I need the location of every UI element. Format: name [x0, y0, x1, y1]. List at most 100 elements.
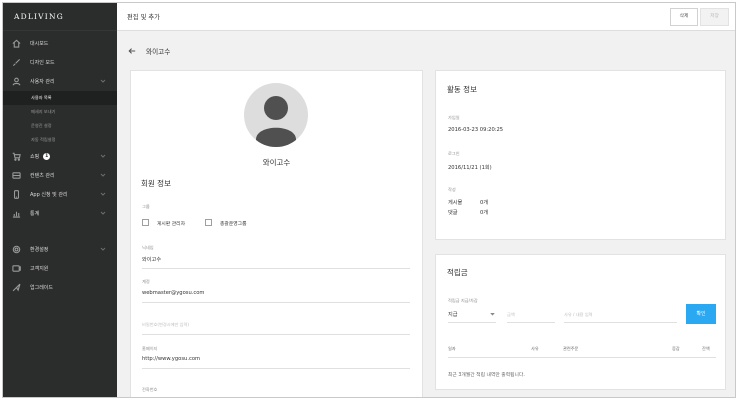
- password-field[interactable]: 비밀번호(변경시에만 입력): [142, 322, 189, 328]
- activity-info-card: 활동 정보 가입일 2016-03-23 09:20:25 로그인 2016/1…: [435, 70, 726, 240]
- sidebar-item-label: 사용자 관리: [30, 79, 55, 85]
- sidebar-item-label: 디자인 모드: [30, 60, 55, 66]
- sidebar-subitem-send-message[interactable]: 메세지 보내기: [3, 105, 117, 119]
- brush-icon: [12, 58, 21, 67]
- home-icon: [12, 39, 21, 48]
- phone-label: 전화번호: [142, 387, 158, 392]
- sidebar-item-label: App 신청 및 관리: [30, 192, 68, 198]
- empty-history-message: 최근 3개월간 적립 내역만 출력됩니다.: [448, 373, 525, 378]
- comments-count: 0개: [480, 210, 489, 216]
- sidebar-item-label: 대시보드: [30, 41, 49, 47]
- column-header-order: 관련주문: [563, 346, 579, 351]
- chevron-down-icon: [100, 246, 106, 252]
- delete-button[interactable]: 삭제: [670, 8, 698, 26]
- app-window: ADLIVING 대시보드 디자인 모드 사용자 관리 사용자 목록 메세지 보…: [2, 2, 736, 398]
- user-icon: [12, 77, 21, 86]
- member-info-title: 회원 정보: [141, 179, 171, 188]
- sidebar-item-support[interactable]: 고객지원: [3, 259, 117, 278]
- sidebar-item-label: 컨텐츠 관리: [30, 173, 55, 179]
- homepage-underline: [142, 368, 410, 369]
- cart-icon: [12, 152, 21, 161]
- sidebar-item-design-mode[interactable]: 디자인 모드: [3, 53, 117, 72]
- chevron-down-icon: [100, 172, 106, 178]
- sidebar-nav: 대시보드 디자인 모드 사용자 관리 사용자 목록 메세지 보내기 운영진 설정…: [3, 31, 117, 297]
- top-bar: 편집 및 추가 삭제 저장: [117, 3, 735, 31]
- joined-value: 2016-03-23 09:20:25: [448, 127, 504, 133]
- chart-icon: [12, 209, 21, 218]
- points-form-label: 적립금 지급/차감: [448, 298, 478, 303]
- group-checkbox-general-ops[interactable]: [205, 219, 212, 226]
- joined-label: 가입일: [448, 115, 460, 120]
- group-option-label: 게시판 관리자: [157, 222, 186, 227]
- user-avatar-icon: [256, 96, 296, 147]
- support-icon: [12, 264, 21, 273]
- chevron-down-icon: [100, 153, 106, 159]
- sidebar-item-settings[interactable]: 환경설정: [3, 240, 117, 259]
- notification-badge: 1: [43, 153, 51, 160]
- nickname-underline: [142, 268, 410, 269]
- page-header-title: 편집 및 추가: [127, 14, 160, 21]
- column-header-balance: 잔액: [702, 346, 710, 351]
- sidebar-spacer: [3, 223, 117, 240]
- nickname-field[interactable]: 와이고수: [142, 256, 161, 263]
- homepage-label: 홈페이지: [142, 346, 158, 351]
- sidebar-item-label: 쇼핑: [30, 154, 40, 160]
- points-type-underline: [448, 322, 496, 323]
- page-title: 와이고수: [146, 48, 171, 56]
- posts-count: 0개: [480, 200, 489, 206]
- points-reason-underline: [564, 322, 677, 323]
- points-card: 적립금 적립금 지급/차감 지급 금액 사유 / 내용 입력 확인 일자 사유 …: [435, 254, 726, 390]
- column-header-reason: 사유: [531, 346, 539, 351]
- avatar[interactable]: [244, 83, 308, 147]
- activity-title: 활동 정보: [447, 85, 477, 94]
- sidebar-item-label: 환경설정: [30, 247, 49, 253]
- sidebar-item-label: 고객지원: [30, 266, 49, 272]
- writing-label: 작성: [448, 187, 456, 192]
- upgrade-icon: [12, 283, 21, 292]
- group-checkbox-board-admin[interactable]: [142, 219, 149, 226]
- confirm-button[interactable]: 확인: [686, 304, 716, 324]
- table-divider: [448, 357, 716, 358]
- sidebar-subitem-user-list[interactable]: 사용자 목록: [3, 91, 117, 105]
- content-icon: [12, 171, 21, 180]
- points-amount-input[interactable]: 금액: [507, 312, 515, 318]
- sidebar-item-label: 통계: [30, 211, 40, 217]
- column-header-date: 일자: [448, 346, 456, 351]
- account-label: 계정: [142, 279, 150, 284]
- column-header-change: 증감: [672, 346, 680, 351]
- sidebar-item-content-management[interactable]: 컨텐츠 관리: [3, 166, 117, 185]
- account-field[interactable]: webmaster@ygosu.com: [142, 290, 204, 296]
- password-underline: [142, 334, 410, 335]
- page-heading: 와이고수: [128, 43, 170, 59]
- sidebar-item-upgrade[interactable]: 업그레이드: [3, 278, 117, 297]
- sidebar-subitem-auto-points[interactable]: 자동 적립설정: [3, 133, 117, 147]
- chevron-down-icon: [100, 210, 106, 216]
- sidebar: ADLIVING 대시보드 디자인 모드 사용자 관리 사용자 목록 메세지 보…: [3, 3, 117, 397]
- back-arrow-icon[interactable]: [128, 47, 136, 55]
- points-reason-input[interactable]: 사유 / 내용 입력: [564, 312, 593, 318]
- posts-label: 게시물: [448, 200, 463, 206]
- login-value: 2016/11/21 (1회): [448, 165, 492, 171]
- sidebar-item-label: 업그레이드: [30, 285, 54, 291]
- sidebar-item-dashboard[interactable]: 대시보드: [3, 34, 117, 53]
- profile-name: 와이고수: [262, 158, 291, 167]
- nickname-label: 닉네임: [142, 245, 154, 250]
- chevron-down-icon: [100, 191, 106, 197]
- points-title: 적립금: [447, 268, 468, 277]
- login-label: 로그인: [448, 151, 460, 156]
- sidebar-item-user-management[interactable]: 사용자 관리: [3, 72, 117, 91]
- group-label: 그룹: [142, 204, 150, 209]
- account-underline: [142, 302, 410, 303]
- chevron-down-icon: [100, 78, 106, 84]
- sidebar-item-statistics[interactable]: 통계: [3, 204, 117, 223]
- gear-icon: [12, 245, 21, 254]
- sidebar-item-shopping[interactable]: 쇼핑 1: [3, 147, 117, 166]
- chevron-down-icon[interactable]: [490, 313, 495, 316]
- sidebar-item-app-management[interactable]: App 신청 및 관리: [3, 185, 117, 204]
- comments-label: 댓글: [448, 210, 458, 216]
- homepage-field[interactable]: http://www.ygosu.com: [142, 356, 200, 362]
- sidebar-subitem-staff-settings[interactable]: 운영진 설정: [3, 119, 117, 133]
- save-button[interactable]: 저장: [700, 8, 729, 26]
- points-type-select[interactable]: 지급: [448, 311, 458, 318]
- logo[interactable]: ADLIVING: [3, 3, 117, 31]
